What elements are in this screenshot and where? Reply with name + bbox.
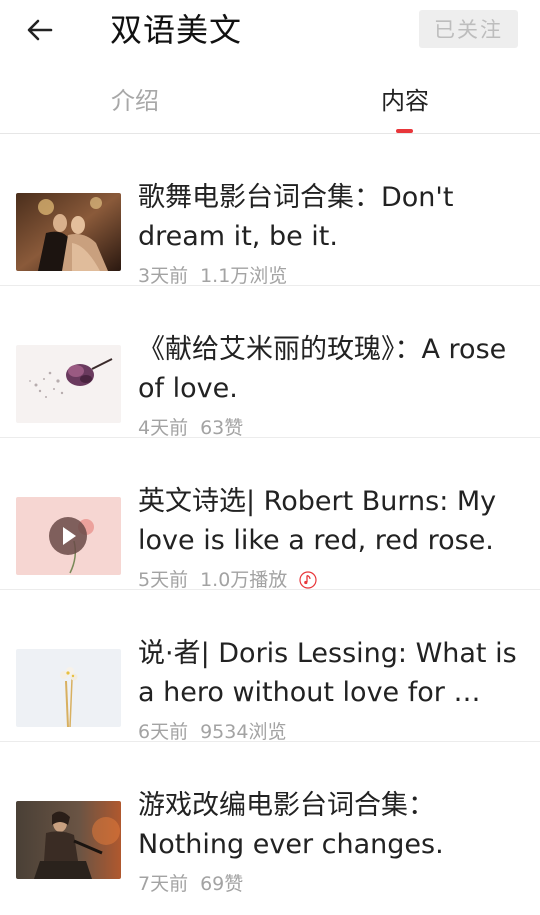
list-item[interactable]: 《献给艾米丽的玫瑰》：A rose of love. 4天前 63赞 <box>0 286 540 440</box>
warrior-movie-thumbnail[interactable] <box>16 801 121 879</box>
arrow-left-icon <box>27 19 53 41</box>
article-stat: 69赞 <box>200 873 244 895</box>
watermark: 头条@悟空问答 <box>378 885 530 911</box>
page-title: 双语美文 <box>110 11 243 49</box>
back-button[interactable] <box>20 12 60 48</box>
article-title[interactable]: 游戏改编电影台词合集：Nothing ever changes. <box>138 786 526 864</box>
white-flower-thumbnail[interactable] <box>16 649 121 727</box>
article-stat: 63赞 <box>200 417 244 439</box>
article-stat: 9534浏览 <box>200 721 287 743</box>
music-note-icon <box>299 571 317 589</box>
tab-intro[interactable]: 介绍 <box>70 84 200 118</box>
article-meta: 7天前 69赞 <box>138 872 243 896</box>
article-meta: 3天前 1.1万浏览 <box>138 264 287 288</box>
tab-bar: 介绍 内容 <box>0 70 540 134</box>
rose-video-thumbnail[interactable] <box>16 497 121 575</box>
publish-time: 6天前 <box>138 721 189 743</box>
article-meta: 4天前 63赞 <box>138 416 243 440</box>
article-meta: 5天前 1.0万播放 <box>138 568 317 592</box>
article-stat: 1.1万浏览 <box>200 265 288 287</box>
article-title[interactable]: 英文诗选| Robert Burns: My love is like a re… <box>138 482 526 560</box>
active-tab-indicator <box>396 129 413 133</box>
list-item[interactable]: 游戏改编电影台词合集：Nothing ever changes. 7天前 69赞 <box>0 742 540 896</box>
header-bar: 双语美文 已关注 <box>0 0 540 62</box>
article-stat: 1.0万播放 <box>200 569 288 591</box>
dried-rose-thumbnail[interactable] <box>16 345 121 423</box>
tab-content[interactable]: 内容 <box>340 84 470 118</box>
article-meta: 6天前 9534浏览 <box>138 720 286 744</box>
list-item[interactable]: 英文诗选| Robert Burns: My love is like a re… <box>0 438 540 592</box>
article-title[interactable]: 说·者| Doris Lessing: What is a hero witho… <box>138 634 526 712</box>
ballroom-dance-thumbnail[interactable] <box>16 193 121 271</box>
article-title[interactable]: 歌舞电影台词合集：Don't dream it, be it. <box>138 178 526 256</box>
publish-time: 7天前 <box>138 873 189 895</box>
publish-time: 5天前 <box>138 569 189 591</box>
follow-button[interactable]: 已关注 <box>419 10 518 48</box>
watermark-text: 头条@悟空问答 <box>404 889 530 910</box>
publish-time: 3天前 <box>138 265 189 287</box>
list-item[interactable]: 说·者| Doris Lessing: What is a hero witho… <box>0 590 540 744</box>
watermark-logo-icon <box>378 887 400 909</box>
list-item[interactable]: 歌舞电影台词合集：Don't dream it, be it. 3天前 1.1万… <box>0 134 540 288</box>
article-title[interactable]: 《献给艾米丽的玫瑰》：A rose of love. <box>138 330 526 408</box>
publish-time: 4天前 <box>138 417 189 439</box>
